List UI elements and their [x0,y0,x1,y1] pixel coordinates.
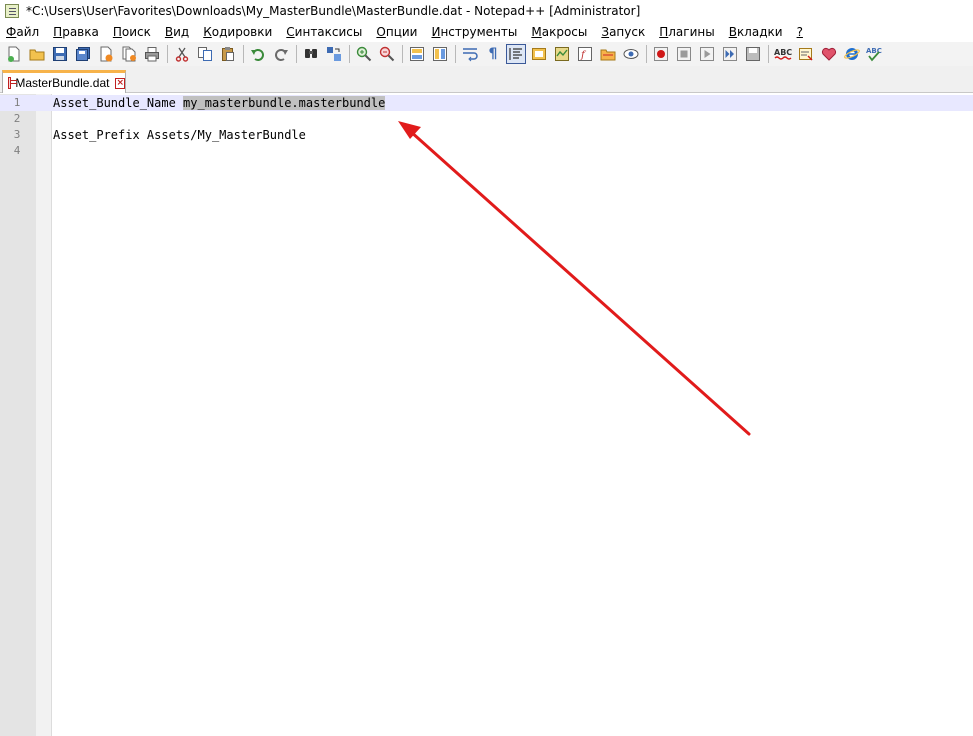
save-macro-icon[interactable] [743,44,763,64]
editor-line[interactable]: 2 [0,111,973,127]
menu-tools[interactable]: Инструменты [431,25,517,39]
indent-guide-icon[interactable] [506,44,526,64]
line-number: 3 [13,128,21,141]
zoom-out-icon[interactable] [377,44,397,64]
open-file-icon[interactable] [27,44,47,64]
save-all-icon[interactable] [73,44,93,64]
find-icon[interactable] [301,44,321,64]
title-bar: *C:\Users\User\Favorites\Downloads\My_Ma… [0,0,973,22]
tab-bar: MasterBundle.dat × [0,66,973,93]
line-text: Asset_Prefix Assets/My_MasterBundle [53,128,306,142]
toolbar: ¶ f ABC ABC [0,42,973,66]
line-number-gutter [0,94,36,736]
stop-record-icon[interactable] [674,44,694,64]
menu-encoding[interactable]: Кодировки [203,25,272,39]
notepad-plus-plus-icon [5,4,19,18]
menu-bar: Файл Правка Поиск Вид Кодировки Синтакси… [0,22,973,42]
menu-view[interactable]: Вид [165,25,189,39]
spell-check-label: ABC [774,48,792,57]
sync-horizontal-icon[interactable] [430,44,450,64]
internet-explorer-icon[interactable] [842,44,862,64]
document-map-icon[interactable] [552,44,572,64]
save-icon[interactable] [50,44,70,64]
spell-options-icon[interactable] [796,44,816,64]
editor-line[interactable]: 4 [0,143,973,159]
menu-edit[interactable]: Правка [53,25,99,39]
function-list-icon[interactable]: f [575,44,595,64]
menu-macro[interactable]: Макросы [531,25,587,39]
unsaved-file-icon [8,77,19,89]
toolbar-separator [402,45,403,63]
menu-file[interactable]: Файл [6,25,39,39]
line-number: 4 [13,144,21,157]
redo-icon[interactable] [271,44,291,64]
copy-icon[interactable] [195,44,215,64]
new-file-icon[interactable] [4,44,24,64]
toolbar-separator [455,45,456,63]
menu-language[interactable]: Синтаксисы [286,25,362,39]
toolbar-separator [167,45,168,63]
close-all-icon[interactable] [119,44,139,64]
tab-label: MasterBundle.dat [15,76,110,90]
record-macro-icon[interactable] [651,44,671,64]
replace-icon[interactable] [324,44,344,64]
menu-run[interactable]: Запуск [601,25,645,39]
line-text: Asset_Bundle_Name my_masterbundle.master… [53,95,386,111]
favorite-icon[interactable] [819,44,839,64]
toolbar-separator [296,45,297,63]
auto-spell-label: ABC [866,47,882,55]
editor-line[interactable]: 1 Asset_Bundle_Name my_masterbundle.mast… [0,95,973,111]
undo-icon[interactable] [248,44,268,64]
user-language-icon[interactable] [529,44,549,64]
editor-area[interactable]: 1 Asset_Bundle_Name my_masterbundle.mast… [0,94,973,736]
line-number: 2 [13,112,21,125]
cut-icon[interactable] [172,44,192,64]
tab-close-icon[interactable]: × [115,77,125,89]
menu-settings[interactable]: Опции [376,25,417,39]
word-wrap-icon[interactable] [460,44,480,64]
menu-window[interactable]: Вкладки [729,25,783,39]
zoom-in-icon[interactable] [354,44,374,64]
play-macro-icon[interactable] [697,44,717,64]
gutter-border [51,94,52,736]
menu-help[interactable]: ? [797,25,803,39]
editor-line[interactable]: 3 Asset_Prefix Assets/My_MasterBundle [0,127,973,143]
fold-margin [36,94,52,736]
menu-plugins[interactable]: Плагины [659,25,714,39]
auto-spell-icon[interactable]: ABC [865,44,885,64]
menu-search[interactable]: Поиск [113,25,151,39]
folder-workspace-icon[interactable] [598,44,618,64]
toolbar-separator [243,45,244,63]
selected-text: my_masterbundle.masterbundle [183,96,386,110]
monitoring-icon[interactable] [621,44,641,64]
toolbar-separator [646,45,647,63]
run-macro-multiple-icon[interactable] [720,44,740,64]
paste-icon[interactable] [218,44,238,64]
line-number: 1 [13,96,21,109]
sync-vertical-icon[interactable] [407,44,427,64]
spell-check-icon[interactable]: ABC [773,44,793,64]
show-all-characters-icon[interactable]: ¶ [483,44,503,64]
line-text-plain: Asset_Bundle_Name [53,96,184,110]
toolbar-separator [349,45,350,63]
toolbar-separator [768,45,769,63]
print-icon[interactable] [142,44,162,64]
window-title: *C:\Users\User\Favorites\Downloads\My_Ma… [26,4,641,18]
tab-masterbundle-dat[interactable]: MasterBundle.dat × [2,70,126,93]
close-icon[interactable] [96,44,116,64]
